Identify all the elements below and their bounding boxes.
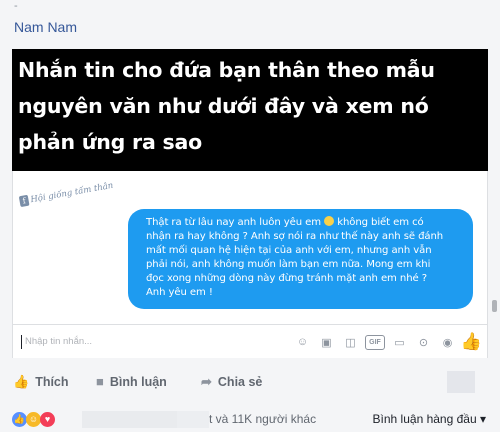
smile-emoji-icon bbox=[324, 216, 335, 226]
gif-icon[interactable]: GIF bbox=[365, 334, 385, 350]
like-reaction-icon: 👍 bbox=[12, 412, 27, 427]
scrollbar-thumb[interactable] bbox=[492, 300, 497, 312]
payment-icon[interactable]: ▭ bbox=[390, 333, 409, 351]
emoji-icon[interactable]: ☺ bbox=[293, 333, 312, 351]
composer-placeholder[interactable]: Nhập tin nhắn... bbox=[25, 336, 92, 347]
top-dash: - bbox=[14, 0, 18, 12]
share-button[interactable]: ➦ Chia sẻ bbox=[201, 374, 262, 390]
message-composer[interactable]: Nhập tin nhắn... ☺ ▣ ◫ GIF ▭ ⊙ ◉ 👍 bbox=[13, 324, 487, 358]
message-line-3: mất mối quan hệ hiện tại của anh với em,… bbox=[146, 245, 432, 257]
haha-reaction-icon: ☺ bbox=[26, 412, 41, 427]
like-icon[interactable]: 👍 bbox=[461, 332, 482, 351]
headline-line-1: Nhắn tin cho đứa bạn thân theo mẫu bbox=[18, 58, 435, 82]
love-reaction-icon: ♥ bbox=[40, 412, 55, 427]
headline-line-3: phản ứng ra sao bbox=[18, 130, 203, 154]
message-bubble: Thật ra từ lâu nay anh luôn yêu em không… bbox=[128, 209, 473, 309]
camera-roll-icon[interactable]: ◫ bbox=[341, 333, 360, 351]
comment-label: Bình luận bbox=[109, 374, 167, 389]
like-label: Thích bbox=[35, 375, 69, 389]
share-arrow-icon: ➦ bbox=[201, 374, 212, 389]
page-watermark: f Hội giống tấm thân bbox=[18, 180, 114, 208]
author-name[interactable]: Nam Nam bbox=[14, 19, 77, 35]
share-label: Chia sẻ bbox=[217, 375, 263, 389]
facebook-logo-icon: f bbox=[18, 194, 30, 208]
redacted-names bbox=[82, 411, 177, 428]
thumbs-up-icon: 👍 bbox=[13, 374, 30, 389]
viewer-avatar-placeholder[interactable] bbox=[447, 371, 475, 393]
chat-screenshot: f Hội giống tấm thân Thật ra từ lâu nay a… bbox=[12, 171, 488, 358]
comment-button[interactable]: ■ Bình luận bbox=[96, 374, 167, 389]
location-icon[interactable]: ⊙ bbox=[414, 333, 433, 351]
text-cursor bbox=[21, 335, 22, 349]
reactions-summary[interactable]: t và 11K người khác bbox=[209, 412, 316, 426]
watermark-text: Hội giống tấm thân bbox=[29, 180, 114, 206]
composer-tools: ☺ ▣ ◫ GIF ▭ ⊙ ◉ 👍 bbox=[293, 332, 482, 351]
camera-icon[interactable]: ◉ bbox=[438, 333, 457, 351]
comment-sort-dropdown[interactable]: Bình luận hàng đầu ▾ bbox=[373, 412, 486, 426]
post-image-headline: Nhắn tin cho đứa bạn thân theo mẫu nguyê… bbox=[12, 49, 488, 171]
message-line-5: đọc xong những dòng này đừng tránh mặt a… bbox=[146, 273, 427, 285]
message-line-2: nhận ra hay không ? Anh sợ nói ra như th… bbox=[146, 231, 444, 243]
message-line-1: Thật ra từ lâu nay anh luôn yêu em không… bbox=[146, 216, 424, 228]
comment-icon: ■ bbox=[96, 374, 104, 389]
message-line-4: phải nói, anh không muốn làm bạn em nữa.… bbox=[146, 259, 431, 271]
reactions-bar[interactable]: 👍 ☺ ♥ t và 11K người khác Bình luận hàng… bbox=[12, 410, 492, 430]
like-button[interactable]: 👍 Thích bbox=[13, 374, 69, 390]
sticker-icon[interactable]: ▣ bbox=[317, 333, 336, 351]
post-actions: 👍 Thích ■ Bình luận ➦ Chia sẻ bbox=[13, 371, 487, 398]
headline-line-2: nguyên văn như dưới đây và xem nó bbox=[18, 94, 429, 118]
redacted-names-2 bbox=[177, 411, 209, 428]
message-line-6: Anh yêu em ! bbox=[146, 287, 213, 299]
sort-label: Bình luận hàng đầu bbox=[372, 412, 477, 426]
caret-down-icon: ▾ bbox=[479, 412, 486, 426]
